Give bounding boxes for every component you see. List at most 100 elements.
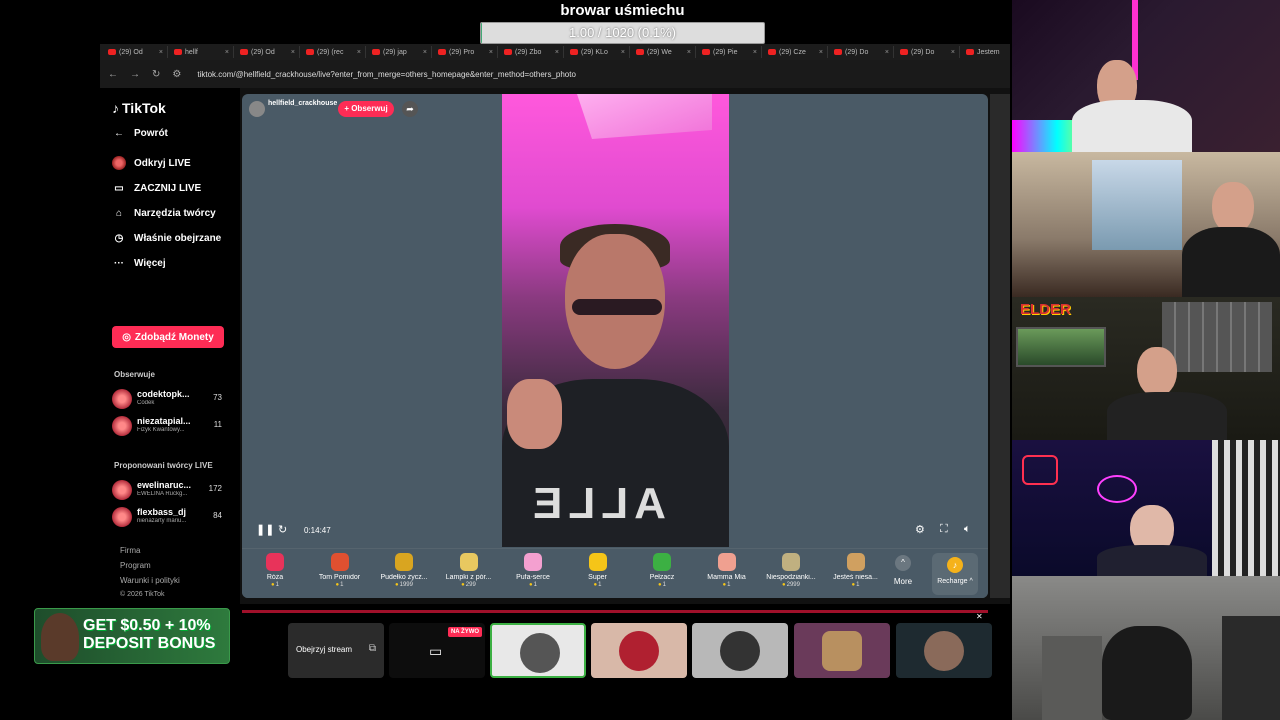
live-card[interactable] <box>896 623 992 678</box>
browser-tab[interactable]: (29) Pie × <box>698 46 762 58</box>
gift-item[interactable]: Niespodzianki...2999 <box>760 553 822 588</box>
watch-stream-button[interactable]: Obejrzyj stream ⧉ <box>288 623 384 678</box>
browser-tab[interactable]: (29) Do × <box>896 46 960 58</box>
gift-price: 1 <box>696 582 758 588</box>
youtube-icon <box>570 49 578 55</box>
close-tab-icon[interactable]: × <box>753 49 757 56</box>
gift-price: 299 <box>438 582 500 588</box>
browser-tab[interactable]: (29) (rec × <box>302 46 366 58</box>
browser-window: (29) Od × hellf × (29) Od × (29) (rec × (29) jap… <box>100 44 1010 604</box>
back-arrow-icon[interactable]: ← <box>108 69 118 80</box>
browser-tab[interactable]: hellf × <box>170 46 234 58</box>
close-tab-icon[interactable]: × <box>819 49 823 56</box>
browser-tab[interactable]: (29) We × <box>632 46 696 58</box>
youtube-icon <box>768 49 776 55</box>
close-tab-icon[interactable]: × <box>423 49 427 56</box>
gift-item[interactable]: Pełzacz1 <box>631 553 693 588</box>
gift-price: 1999 <box>373 582 435 588</box>
volume-icon[interactable]: 🔈︎ <box>964 523 971 536</box>
sidebar-item[interactable]: ··· Więcej <box>112 256 166 270</box>
fullscreen-icon[interactable]: ⛶ <box>940 523 948 536</box>
gift-item[interactable]: Pufa-serce1 <box>502 553 564 588</box>
sidebar-item[interactable]: ⌂ Narzędzia twórcy <box>112 206 216 220</box>
close-tab-icon[interactable]: × <box>951 49 955 56</box>
close-tab-icon[interactable]: × <box>555 49 559 56</box>
live-card[interactable] <box>692 623 788 678</box>
creator-subtitle: nienażarty mariu... <box>137 518 187 524</box>
browser-tab[interactable]: (29) Do × <box>830 46 894 58</box>
browser-tab[interactable]: (29) Pro × <box>434 46 498 58</box>
host-avatar[interactable] <box>249 101 265 117</box>
sidebar-item[interactable]: Odkryj LIVE <box>112 156 191 170</box>
close-tab-icon[interactable]: × <box>357 49 361 56</box>
close-tab-icon[interactable]: × <box>489 49 493 56</box>
close-tab-icon[interactable]: × <box>885 49 889 56</box>
home-icon: ⌂ <box>115 207 123 219</box>
share-icon[interactable]: ➦ <box>402 101 418 117</box>
browser-tab[interactable]: Jestem× <box>962 46 1010 58</box>
forward-arrow-icon[interactable]: → <box>130 69 140 80</box>
back-link[interactable]: ← Powrót <box>112 126 168 140</box>
footer-link[interactable]: Warunki i polityki <box>120 576 180 585</box>
close-tab-icon[interactable]: × <box>621 49 625 56</box>
live-card[interactable] <box>794 623 890 678</box>
gift-item[interactable]: Tom Pomidor1 <box>309 553 371 588</box>
gift-item[interactable]: Mamma Mia1 <box>696 553 758 588</box>
creator-subtitle: Fizyk Kwantowy... <box>137 427 185 433</box>
browser-tab[interactable]: (29) Zbo × <box>500 46 564 58</box>
creator-item[interactable]: ewelinaruc... EWELINA Ruckg... 172 <box>112 478 224 500</box>
browser-tab[interactable]: (29) Cze × <box>764 46 828 58</box>
browser-tab[interactable]: (29) KLo × <box>566 46 630 58</box>
coin-icon: ◎ <box>122 331 131 343</box>
creator-item[interactable]: codektopk... Codek 73 <box>112 387 224 409</box>
live-card[interactable] <box>591 623 687 678</box>
youtube-icon <box>966 49 974 55</box>
close-tab-icon[interactable]: × <box>291 49 295 56</box>
footer-link[interactable]: Firma <box>120 546 140 555</box>
footer-link[interactable]: Program <box>120 561 151 570</box>
sidebar-item[interactable]: ◷ Właśnie obejrzane <box>112 231 222 245</box>
live-card[interactable] <box>490 623 586 678</box>
pause-icon[interactable]: ❚❚ <box>256 523 274 536</box>
refresh-icon[interactable]: ↻ <box>278 523 287 536</box>
gift-item[interactable]: Super1 <box>567 553 629 588</box>
settings-icon[interactable]: ⚙ <box>915 523 925 536</box>
browser-tab[interactable]: (29) Od × <box>104 46 168 58</box>
get-coins-button[interactable]: ◎ Zdobądź Monety <box>112 326 224 348</box>
gift-item[interactable]: Jesteś niesa...1 <box>825 553 887 588</box>
url-field[interactable]: tiktok.com/@hellfield_crackhouse/live?en… <box>197 70 576 79</box>
sidebar-item[interactable]: ▭ ZACZNIJ LIVE <box>112 181 201 195</box>
tab-title: (29) Do <box>911 48 935 56</box>
creator-item[interactable]: flexbass_dj nienażarty mariu... 84 <box>112 505 224 527</box>
live-video[interactable]: ALLE <box>502 94 729 547</box>
live-card-avatar <box>720 631 760 671</box>
gift-item[interactable]: Lampki z pór...299 <box>438 553 500 588</box>
tab-title: (29) Pie <box>713 48 738 56</box>
recharge-button[interactable]: ♪ Recharge ^ <box>932 553 978 595</box>
host-name[interactable]: hellfield_crackhouse <box>268 100 337 107</box>
youtube-icon <box>834 49 842 55</box>
tab-title: hellf <box>185 48 198 56</box>
live-card-avatar <box>822 631 862 671</box>
chevron-up-icon: ^ <box>895 555 911 571</box>
deposit-bonus-banner[interactable]: GET $0.50 + 10% DEPOSIT BONUS <box>34 608 230 664</box>
browser-tab[interactable]: (29) Od × <box>236 46 300 58</box>
close-tab-icon[interactable]: × <box>159 49 163 56</box>
close-icon[interactable]: ✕ <box>976 612 983 621</box>
reload-icon[interactable]: ↻ <box>152 69 160 80</box>
site-info-icon[interactable]: ⚙ <box>172 69 181 80</box>
gift-item[interactable]: Róża1 <box>244 553 306 588</box>
gift-price: 1 <box>825 582 887 588</box>
close-tab-icon[interactable]: × <box>687 49 691 56</box>
tiktok-logo[interactable]: ♪ TikTok <box>112 100 166 116</box>
browser-tab[interactable]: (29) jap × <box>368 46 432 58</box>
follow-button[interactable]: + Obserwuj <box>338 101 394 117</box>
gift-item[interactable]: Pudełko życz...1999 <box>373 553 435 588</box>
more-gifts-button[interactable]: ^ More <box>892 555 914 586</box>
tiktok-note-icon: ♪ <box>112 100 119 116</box>
gift-name: Lampki z pór... <box>445 574 492 581</box>
creator-name: codektopk... <box>137 389 190 399</box>
close-tab-icon[interactable]: × <box>225 49 229 56</box>
watch-stream-label: Obejrzyj stream <box>296 645 353 654</box>
creator-item[interactable]: niezatapial... Fizyk Kwantowy... 11 <box>112 414 224 436</box>
